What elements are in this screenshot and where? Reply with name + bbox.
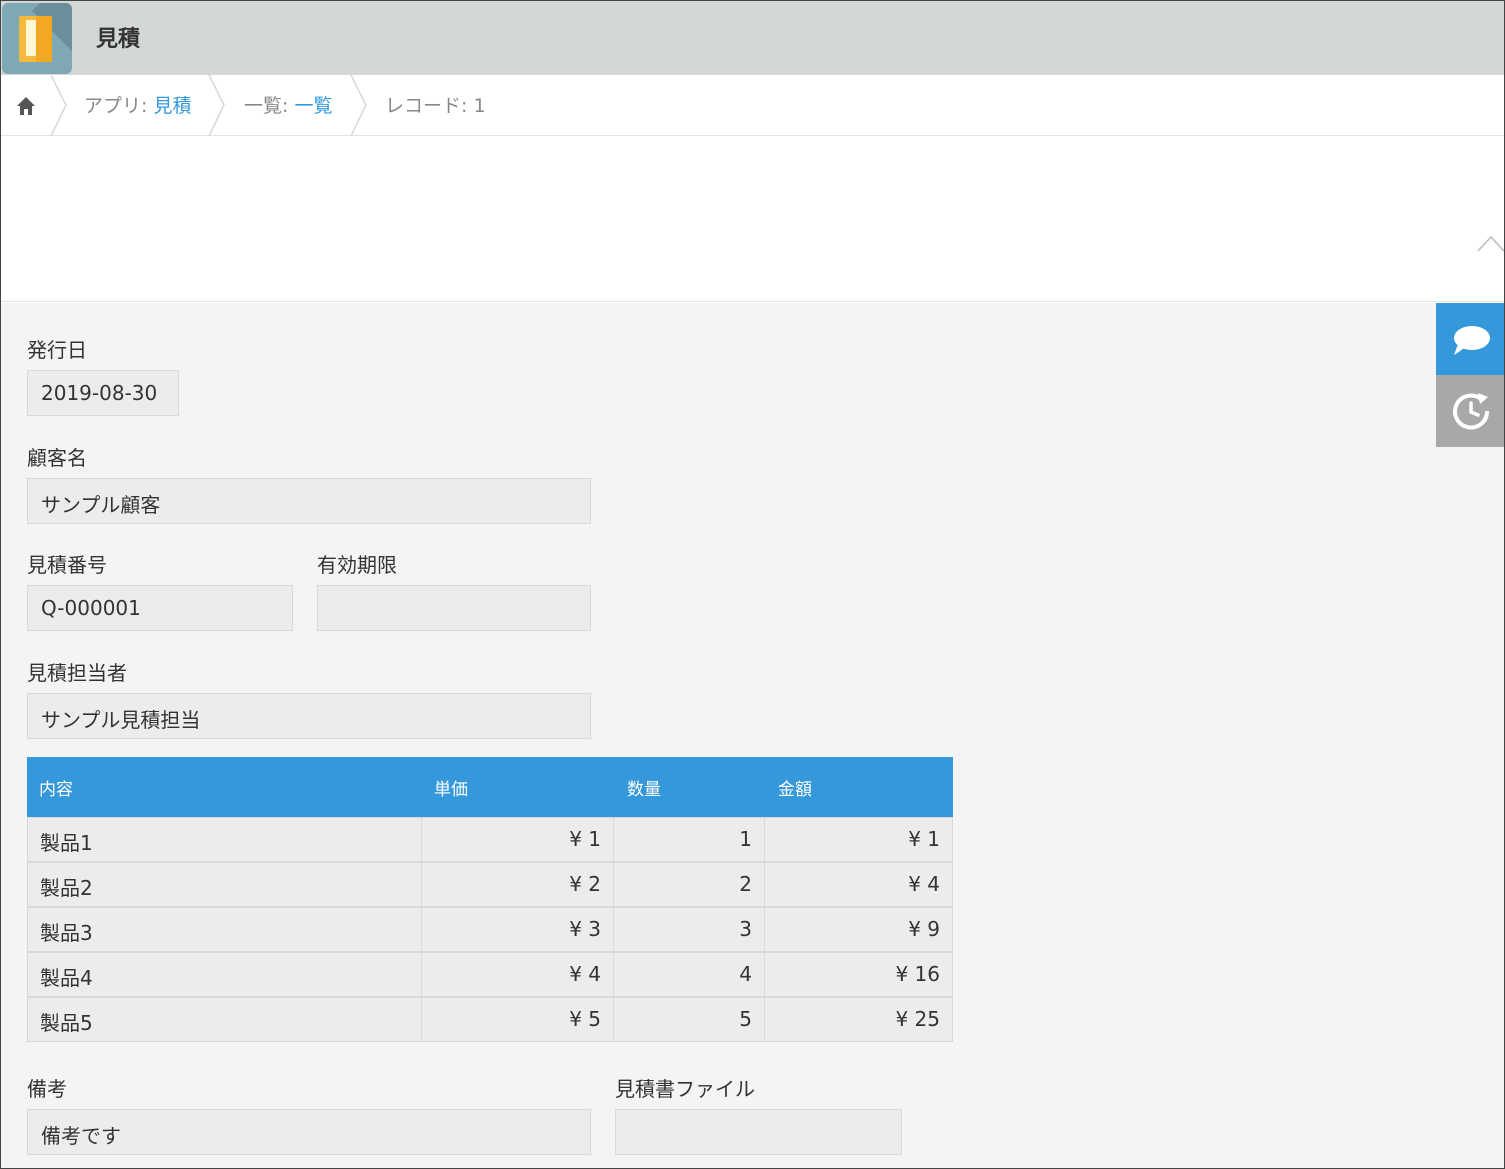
cell-unit-price: ¥ 5 <box>421 997 614 1042</box>
valid-until-field[interactable] <box>317 585 591 631</box>
cell-amount: ¥ 1 <box>764 817 953 862</box>
breadcrumb-separator <box>208 75 225 136</box>
breadcrumb-view-link[interactable]: 一覧 <box>294 95 332 117</box>
quote-file-label: 見積書ファイル <box>615 1077 755 1101</box>
items-table: 内容 単価 数量 金額 製品1 ¥ 1 1 ¥ 1 製品2 ¥ 2 2 ¥ 4 製品3 ¥ 3 3 ¥… <box>27 757 953 1042</box>
home-icon[interactable] <box>15 95 37 117</box>
cell-unit-price: ¥ 3 <box>421 907 614 952</box>
column-header-quantity: 数量 <box>627 780 661 800</box>
customer-label: 顧客名 <box>27 446 87 470</box>
column-header-content: 内容 <box>39 780 73 800</box>
cell-quantity: 1 <box>613 817 765 862</box>
breadcrumb-separator <box>50 75 67 136</box>
breadcrumb-app-link[interactable]: 見積 <box>153 95 191 117</box>
comment-button[interactable] <box>1436 303 1504 375</box>
history-clock-icon <box>1453 393 1490 430</box>
cell-quantity: 5 <box>613 997 765 1042</box>
column-header-amount: 金額 <box>778 780 812 800</box>
breadcrumb-view: 一覧: 一覧 <box>244 95 333 117</box>
customer-field[interactable]: サンプル顧客 <box>27 478 591 524</box>
breadcrumb-app: アプリ: 見積 <box>84 95 192 117</box>
breadcrumb: アプリ: 見積 一覧: 一覧 レコード: 1 <box>1 75 1504 136</box>
notes-label: 備考 <box>27 1077 67 1101</box>
breadcrumb-record: レコード: 1 <box>385 95 486 117</box>
cell-quantity: 2 <box>613 862 765 907</box>
cell-amount: ¥ 9 <box>764 907 953 952</box>
app-title: 見積 <box>96 27 141 52</box>
toolbar-area <box>1 136 1504 302</box>
table-row: 製品3 ¥ 3 3 ¥ 9 <box>27 907 953 952</box>
cell-unit-price: ¥ 1 <box>421 817 614 862</box>
breadcrumb-separator <box>350 75 367 136</box>
speech-bubble-icon <box>1454 326 1490 355</box>
table-row: 製品2 ¥ 2 2 ¥ 4 <box>27 862 953 907</box>
cell-content: 製品5 <box>27 997 422 1042</box>
table-header: 内容 単価 数量 金額 <box>27 757 953 817</box>
cell-amount: ¥ 25 <box>764 997 953 1042</box>
cell-content: 製品3 <box>27 907 422 952</box>
issue-date-field[interactable]: 2019-08-30 <box>27 370 179 416</box>
table-body: 製品1 ¥ 1 1 ¥ 1 製品2 ¥ 2 2 ¥ 4 製品3 ¥ 3 3 ¥ 9 製品4 ¥ 4 4 ¥ 1… <box>27 817 953 1042</box>
app-header: 見積 <box>1 1 1504 75</box>
person-label: 見積担当者 <box>27 661 127 685</box>
cell-quantity: 3 <box>613 907 765 952</box>
cell-content: 製品4 <box>27 952 422 997</box>
notes-field[interactable]: 備考です <box>27 1109 591 1155</box>
column-header-unit-price: 単価 <box>434 780 468 800</box>
cell-amount: ¥ 4 <box>764 862 953 907</box>
issue-date-label: 発行日 <box>27 338 87 362</box>
cell-content: 製品1 <box>27 817 422 862</box>
history-button[interactable] <box>1436 375 1504 447</box>
app-window: 見積 アプリ: 見積 一覧: 一覧 レコード: 1 発行日 2019-08-30… <box>0 0 1505 1169</box>
table-row: 製品1 ¥ 1 1 ¥ 1 <box>27 817 953 862</box>
cell-amount: ¥ 16 <box>764 952 953 997</box>
cell-content: 製品2 <box>27 862 422 907</box>
table-row: 製品5 ¥ 5 5 ¥ 25 <box>27 997 953 1042</box>
book-icon[interactable] <box>2 3 72 74</box>
table-row: 製品4 ¥ 4 4 ¥ 16 <box>27 952 953 997</box>
cell-unit-price: ¥ 4 <box>421 952 614 997</box>
person-field[interactable]: サンプル見積担当 <box>27 693 591 739</box>
quote-number-label: 見積番号 <box>27 553 107 577</box>
quote-file-field[interactable] <box>615 1109 902 1155</box>
cell-unit-price: ¥ 2 <box>421 862 614 907</box>
chevron-up-icon[interactable] <box>1477 231 1505 255</box>
quote-number-field[interactable]: Q-000001 <box>27 585 293 631</box>
valid-until-label: 有効期限 <box>317 553 397 577</box>
cell-quantity: 4 <box>613 952 765 997</box>
